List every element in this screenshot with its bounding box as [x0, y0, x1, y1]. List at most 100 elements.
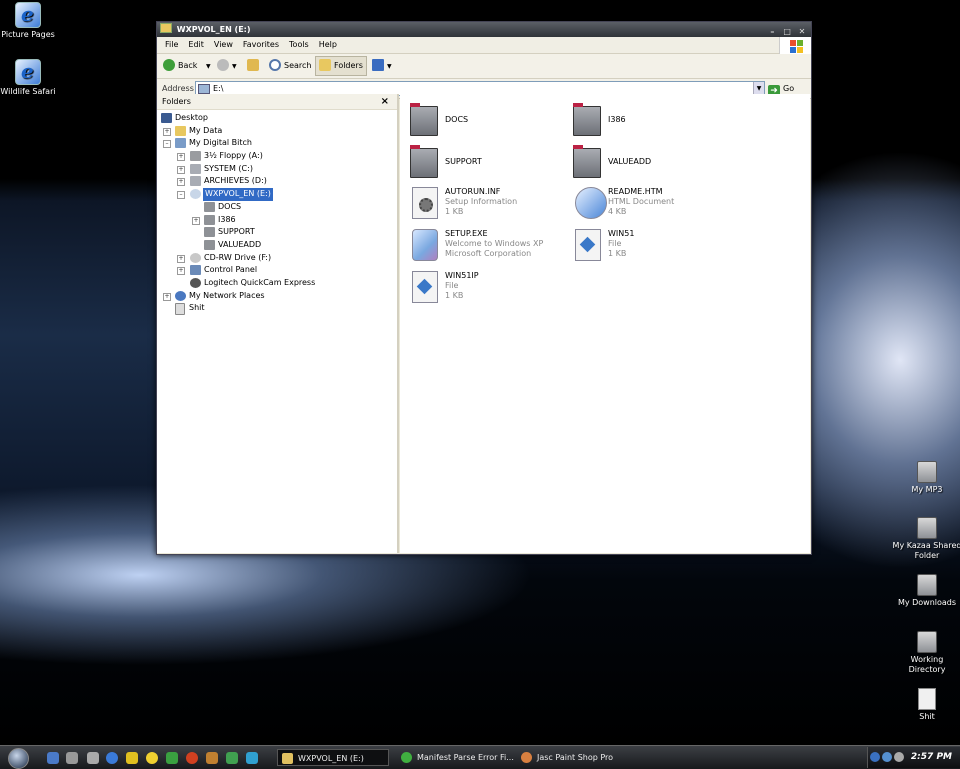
minimize-button[interactable]: – [767, 27, 777, 37]
generic-file-icon [412, 271, 438, 303]
tree-item-archieves-d[interactable]: + ARCHIEVES (D:) [157, 175, 397, 188]
menu-view[interactable]: View [209, 37, 238, 53]
file-tile-support[interactable]: SUPPORT [410, 144, 570, 184]
expand-icon[interactable]: + [177, 153, 185, 162]
expand-icon[interactable]: + [177, 267, 185, 276]
folders-pane-header: Folders × [157, 94, 397, 110]
tree-item-label: My Network Places [189, 290, 265, 300]
file-tile-setup-exe[interactable]: SETUP.EXE Welcome to Windows XP Microsof… [410, 228, 570, 268]
tree-item-support[interactable]: SUPPORT [157, 226, 397, 239]
tree-item-valueadd[interactable]: VALUEADD [157, 239, 397, 252]
tree-item-desktop[interactable]: Desktop [157, 112, 397, 125]
desktop-icon-shit[interactable]: Shit [891, 688, 960, 722]
tools-icon[interactable] [206, 752, 218, 764]
desktop-icon-picture-pages[interactable]: Picture Pages [0, 2, 64, 40]
folders-button[interactable]: Folders [315, 56, 367, 76]
network-tray-icon[interactable] [870, 752, 880, 762]
close-button[interactable]: ✕ [797, 27, 807, 37]
expand-icon[interactable]: + [177, 254, 185, 263]
tree-item-quickcam[interactable]: Logitech QuickCam Express [157, 277, 397, 290]
expand-icon[interactable]: + [177, 178, 185, 187]
network-icon [175, 290, 186, 301]
maximize-button[interactable]: □ [782, 27, 792, 37]
taskbar-button-explorer[interactable]: WXPVOL_EN (E:) [277, 749, 389, 766]
content-area: Folders × Desktop + My Data – My Digital… [157, 94, 811, 554]
expand-icon[interactable]: + [163, 127, 171, 136]
start-button[interactable] [8, 748, 29, 769]
setup-exe-icon [412, 229, 438, 261]
drive-icon [198, 84, 210, 94]
desktop-icon-working-directory[interactable]: Working Directory [891, 631, 960, 675]
windows-logo-icon [779, 37, 811, 54]
menu-tools[interactable]: Tools [284, 37, 314, 53]
views-icon [372, 59, 384, 71]
go-label: Go [783, 84, 795, 93]
show-desktop-icon[interactable] [47, 752, 59, 764]
taskbar: WXPVOL_EN (E:) Manifest Parse Error Fi..… [0, 745, 960, 769]
file-tile-readme-htm[interactable]: README.HTM HTML Document 4 KB [573, 186, 733, 226]
printer-icon[interactable] [66, 752, 78, 764]
file-tile-i386[interactable]: I386 [573, 102, 733, 142]
menu-file[interactable]: File [160, 37, 183, 53]
taskbar-button-manifest-error[interactable]: Manifest Parse Error Fi... [397, 749, 515, 766]
explorer-window: WXPVOL_EN (E:) – □ ✕ File Edit View Favorit… [156, 21, 812, 555]
collapse-icon[interactable]: – [163, 140, 171, 149]
messenger-tray-icon[interactable] [882, 752, 892, 762]
up-folder-button[interactable] [247, 57, 262, 75]
chart-icon[interactable] [226, 752, 238, 764]
menu-favorites[interactable]: Favorites [238, 37, 284, 53]
messenger-butterfly-icon[interactable] [246, 752, 258, 764]
close-pane-button[interactable]: × [381, 94, 389, 109]
window-title: WXPVOL_EN (E:) [176, 25, 251, 34]
tree-item-docs[interactable]: DOCS [157, 201, 397, 214]
file-tile-autorun-inf[interactable]: AUTORUN.INF Setup Information 1 KB [410, 186, 570, 226]
desktop-icon-label: Picture Pages [1, 30, 55, 39]
network-icon[interactable] [166, 752, 178, 764]
desktop-icon-my-mp3[interactable]: My MP3 [891, 461, 960, 495]
tree-item-i386[interactable]: + I386 [157, 214, 397, 227]
views-button[interactable]: ▼ [372, 57, 392, 75]
tree-item-shit[interactable]: Shit [157, 302, 397, 316]
expand-icon[interactable]: + [177, 165, 185, 174]
file-tile-win51ip[interactable]: WIN51IP File 1 KB [410, 270, 570, 310]
back-button[interactable]: Back ▼ [163, 57, 211, 75]
expand-icon[interactable]: + [163, 292, 171, 301]
search-button[interactable]: Search [269, 57, 311, 75]
title-bar[interactable]: WXPVOL_EN (E:) – □ ✕ [157, 22, 811, 37]
tree-item-control-panel[interactable]: + Control Panel [157, 264, 397, 277]
file-name: SUPPORT [445, 157, 482, 166]
tree-item-cdrw-f[interactable]: + CD-RW Drive (F:) [157, 252, 397, 265]
desktop-icon-my-downloads[interactable]: My Downloads [891, 574, 960, 608]
file-name: DOCS [445, 115, 469, 124]
folder-icon [917, 574, 937, 596]
internet-explorer-icon[interactable] [106, 752, 118, 764]
desktop-icon-my-kazaa[interactable]: My Kazaa Shared Folder [891, 517, 960, 561]
file-tile-docs[interactable]: DOCS [410, 102, 570, 142]
messenger-icon[interactable] [146, 752, 158, 764]
file-type: Setup Information [445, 197, 518, 206]
desktop-icon-label: My MP3 [911, 485, 943, 494]
tree-item-my-computer[interactable]: – My Digital Bitch [157, 137, 397, 150]
tree-item-system-c[interactable]: + SYSTEM (C:) [157, 163, 397, 176]
internet-explorer-icon [575, 187, 607, 219]
volume-tray-icon[interactable] [894, 752, 904, 762]
tree-item-floppy[interactable]: + 3½ Floppy (A:) [157, 150, 397, 163]
tree-item-network-places[interactable]: + My Network Places [157, 290, 397, 303]
file-tile-valueadd[interactable]: VALUEADD [573, 144, 733, 184]
collapse-icon[interactable]: – [177, 191, 185, 200]
forward-button[interactable]: ▼ [217, 57, 237, 75]
tree-item-wxpvol-e[interactable]: – WXPVOL_EN (E:) [157, 187, 397, 202]
expand-icon[interactable]: + [192, 216, 200, 225]
file-tile-win51[interactable]: WIN51 File 1 KB [573, 228, 733, 268]
app-icon[interactable] [186, 752, 198, 764]
media-player-icon[interactable] [126, 752, 138, 764]
menu-edit[interactable]: Edit [183, 37, 209, 53]
desktop-icon-wildlife-safari[interactable]: Wildlife Safari [0, 59, 64, 97]
clock[interactable]: 2:57 PM [911, 747, 952, 768]
menu-help[interactable]: Help [314, 37, 342, 53]
desktop-icon-label: Working Directory [908, 655, 946, 674]
taskbar-button-paint-shop-pro[interactable]: Jasc Paint Shop Pro [517, 749, 635, 766]
tree-item-label: Logitech QuickCam Express [204, 277, 316, 287]
tree-item-my-data[interactable]: + My Data [157, 125, 397, 138]
folder-icon[interactable] [87, 752, 99, 764]
